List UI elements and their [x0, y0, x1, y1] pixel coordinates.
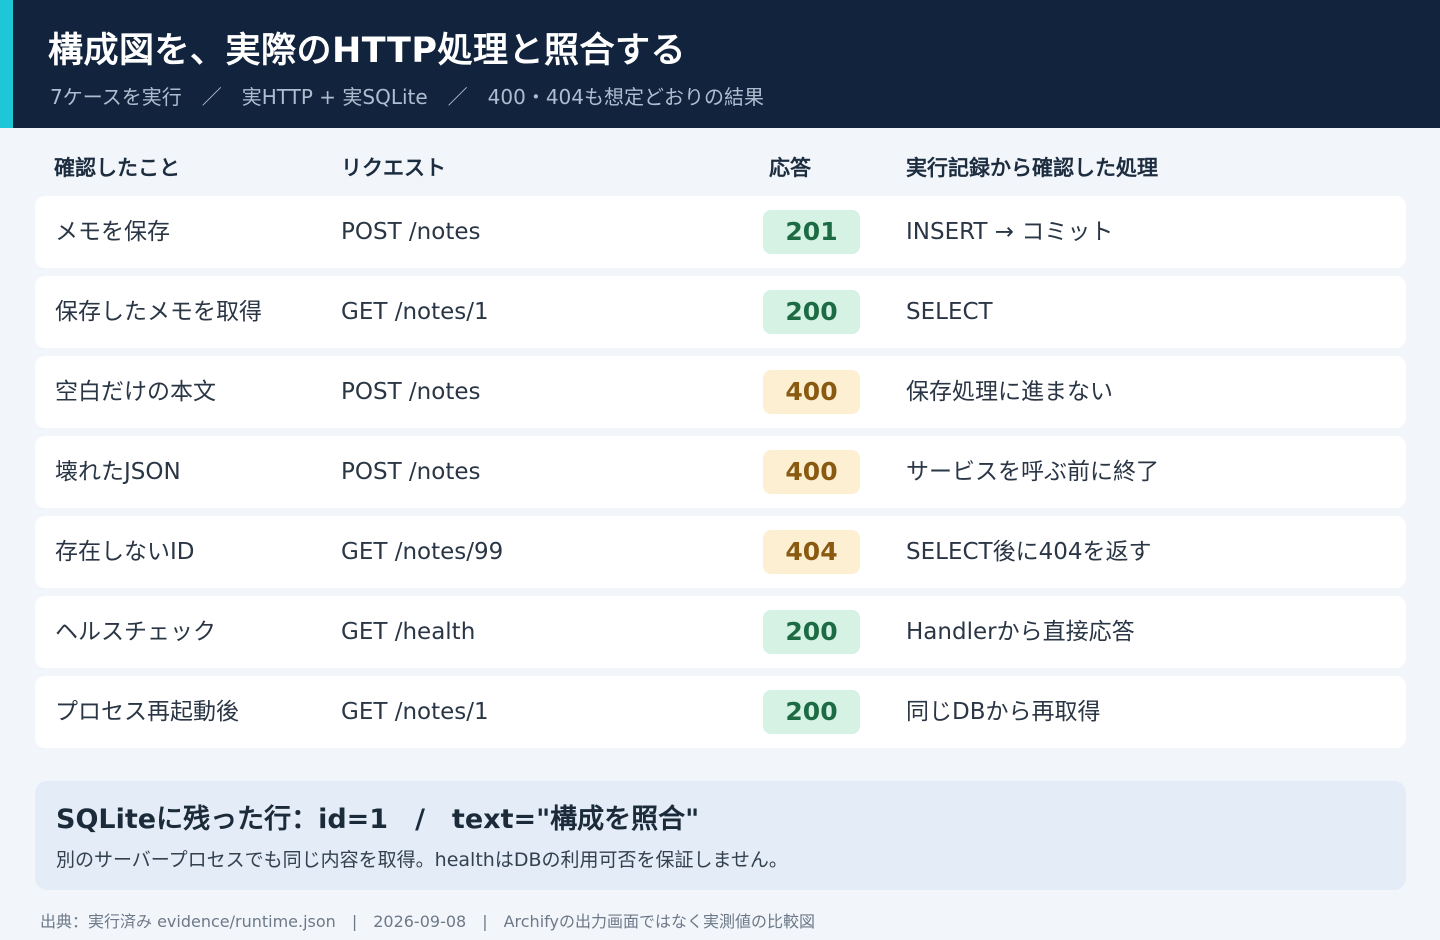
cell-process: 保存処理に進まない: [906, 379, 1113, 405]
source-footer: 出典：実行済み evidence/runtime.json | 2026-09-…: [40, 912, 815, 931]
status-badge: 201: [763, 210, 860, 254]
column-header-check: 確認したこと: [54, 156, 180, 180]
cell-process: SELECT: [906, 299, 993, 325]
table-row: 空白だけの本文 POST /notes 400 保存処理に進まない: [35, 356, 1406, 428]
cell-check: プロセス再起動後: [55, 699, 239, 725]
cell-check: 保存したメモを取得: [55, 299, 262, 325]
cell-check: ヘルスチェック: [55, 619, 216, 645]
column-header-request: リクエスト: [341, 156, 446, 180]
status-badge: 200: [763, 610, 860, 654]
cell-request: GET /health: [341, 619, 476, 645]
page-title: 構成図を、実際のHTTP処理と照合する: [48, 31, 686, 71]
cell-request: POST /notes: [341, 459, 481, 485]
cell-process: Handlerから直接応答: [906, 619, 1135, 645]
summary-title: SQLiteに残った行：id=1 / text="構成を照合": [56, 804, 700, 835]
cell-check: 空白だけの本文: [55, 379, 216, 405]
cell-process: INSERT → コミット: [906, 219, 1114, 245]
cell-request: POST /notes: [341, 379, 481, 405]
cell-process: 同じDBから再取得: [906, 699, 1101, 725]
cell-check: 壊れたJSON: [55, 459, 181, 485]
status-badge: 404: [763, 530, 860, 574]
cell-request: GET /notes/1: [341, 299, 489, 325]
header-banner: 構成図を、実際のHTTP処理と照合する 7ケースを実行 ／ 実HTTP + 実S…: [0, 0, 1440, 128]
cell-process: サービスを呼ぶ前に終了: [906, 459, 1159, 485]
column-header-response: 応答: [769, 156, 811, 180]
cell-check: 存在しないID: [55, 539, 195, 565]
cell-request: POST /notes: [341, 219, 481, 245]
cell-request: GET /notes/99: [341, 539, 504, 565]
table-row: ヘルスチェック GET /health 200 Handlerから直接応答: [35, 596, 1406, 668]
table-row: プロセス再起動後 GET /notes/1 200 同じDBから再取得: [35, 676, 1406, 748]
status-badge: 400: [763, 450, 860, 494]
cell-check: メモを保存: [55, 219, 170, 245]
summary-description: 別のサーバープロセスでも同じ内容を取得。healthはDBの利用可否を保証しませ…: [56, 849, 788, 871]
table-row: 存在しないID GET /notes/99 404 SELECT後に404を返す: [35, 516, 1406, 588]
column-header-process: 実行記録から確認した処理: [906, 156, 1158, 180]
cell-process: SELECT後に404を返す: [906, 539, 1152, 565]
sqlite-summary-panel: SQLiteに残った行：id=1 / text="構成を照合" 別のサーバープロ…: [35, 781, 1406, 890]
header-accent-bar: [0, 0, 13, 128]
status-badge: 400: [763, 370, 860, 414]
status-badge: 200: [763, 690, 860, 734]
table-row: メモを保存 POST /notes 201 INSERT → コミット: [35, 196, 1406, 268]
page-subtitle: 7ケースを実行 ／ 実HTTP + 実SQLite ／ 400・404も想定どお…: [50, 85, 765, 109]
cell-request: GET /notes/1: [341, 699, 489, 725]
status-badge: 200: [763, 290, 860, 334]
table-row: 保存したメモを取得 GET /notes/1 200 SELECT: [35, 276, 1406, 348]
table-row: 壊れたJSON POST /notes 400 サービスを呼ぶ前に終了: [35, 436, 1406, 508]
